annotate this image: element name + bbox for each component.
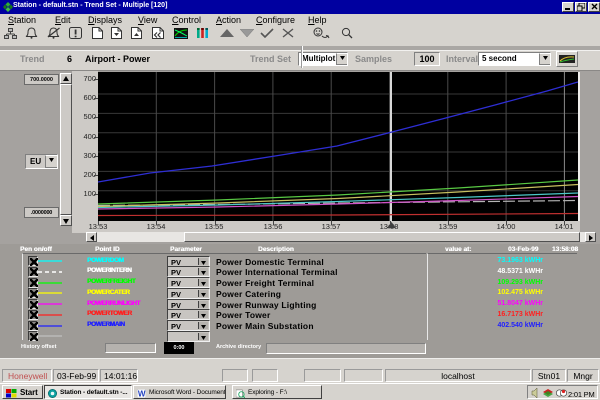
svg-text:W: W	[138, 390, 146, 398]
